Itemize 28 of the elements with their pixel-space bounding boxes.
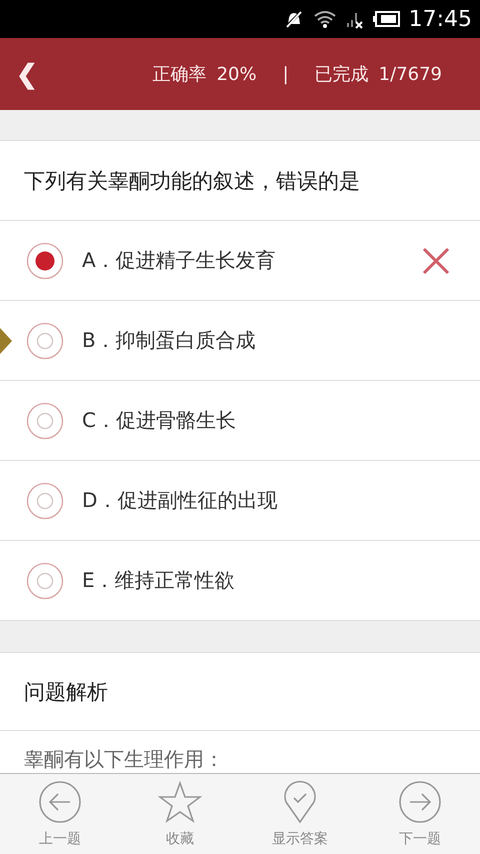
option-row[interactable]: C．促进骨骼生长 xyxy=(0,381,480,461)
option-text: D．促进副性征的出现 xyxy=(82,487,278,514)
option-text: C．促进骨骼生长 xyxy=(82,407,237,434)
accuracy-value: 20% xyxy=(216,64,257,84)
question-text: 下列有关睾酮功能的叙述，错误的是 xyxy=(24,168,360,194)
radio-button[interactable] xyxy=(26,322,64,360)
star-icon xyxy=(158,780,202,824)
accuracy-label: 正确率 xyxy=(152,63,207,86)
analysis-title: 问题解析 xyxy=(24,678,108,706)
option-text: B．抑制蛋白质合成 xyxy=(82,327,257,354)
option-row[interactable]: A．促进精子生长发育 xyxy=(0,221,480,301)
progress-value: 1/7679 xyxy=(378,64,442,84)
radio-button[interactable] xyxy=(26,242,64,280)
option-row[interactable]: E．维持正常性欲 xyxy=(0,541,480,621)
separator: | xyxy=(282,64,289,84)
radio-button[interactable] xyxy=(26,562,64,600)
option-text: E．维持正常性欲 xyxy=(82,567,236,594)
option-row[interactable]: D．促进副性征的出现 xyxy=(0,461,480,541)
clock-time: 17:45 xyxy=(408,6,472,32)
radio-button[interactable] xyxy=(26,402,64,440)
back-button[interactable]: ❮ xyxy=(0,58,54,90)
option-row[interactable]: B．抑制蛋白质合成 xyxy=(0,301,480,381)
completed-label: 已完成 xyxy=(314,63,369,86)
option-text: A．促进精子生长发育 xyxy=(82,247,277,274)
wifi-icon xyxy=(312,9,337,29)
radio-button[interactable] xyxy=(26,482,64,520)
battery-icon xyxy=(372,10,401,28)
analysis-text: 睾酮有以下生理作用： xyxy=(24,746,224,773)
